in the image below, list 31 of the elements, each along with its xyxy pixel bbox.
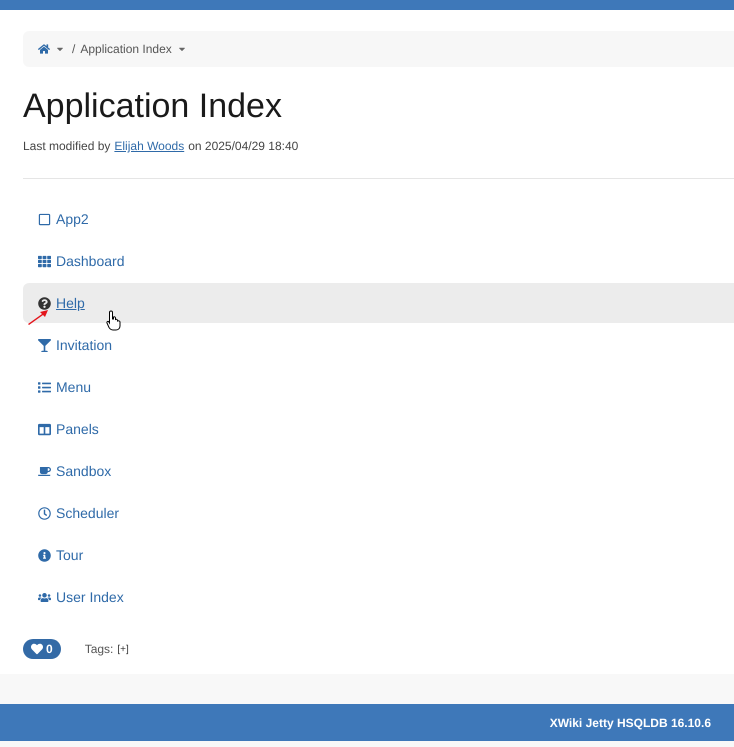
app-list-item[interactable]: Invitation <box>23 325 734 365</box>
meta-text: on 2025/04/29 18:40 <box>188 138 298 155</box>
app-list-item[interactable]: Panels <box>23 409 734 449</box>
app-list-item[interactable]: Sandbox <box>23 451 734 491</box>
app-list-item[interactable]: Dashboard <box>23 241 734 281</box>
version-text: XWiki Jetty HSQLDB 16.10.6 <box>550 714 711 732</box>
glass-icon <box>38 338 51 352</box>
info-icon <box>38 548 51 562</box>
list-icon <box>38 380 51 394</box>
app-list-item[interactable]: App2 <box>23 199 734 239</box>
like-button[interactable]: 0 <box>23 639 61 659</box>
cup-icon <box>38 464 51 478</box>
clock-icon <box>38 506 51 520</box>
grid-icon <box>38 254 51 268</box>
tags-label: Tags: <box>84 641 114 658</box>
app-list-item[interactable]: Tour <box>23 535 734 575</box>
columns-icon <box>38 422 51 436</box>
add-tag-link[interactable]: [+] <box>117 642 129 656</box>
breadcrumb-item[interactable]: Application Index <box>80 40 172 58</box>
app-list-item[interactable]: Scheduler <box>23 493 734 533</box>
users-icon <box>38 590 51 604</box>
page-title: Application Index <box>23 89 283 123</box>
author-link[interactable]: Elijah Woods <box>114 137 184 155</box>
breadcrumb-separator: / <box>72 41 76 58</box>
meta-text: Last modified by <box>23 138 110 155</box>
heart-icon <box>31 643 43 655</box>
app-list-item[interactable]: User Index <box>23 577 734 617</box>
hand-cursor-icon <box>106 310 122 331</box>
home-icon[interactable] <box>38 43 50 55</box>
pointer-arrow-icon <box>27 309 49 325</box>
app-list-item[interactable]: Menu <box>23 367 734 407</box>
